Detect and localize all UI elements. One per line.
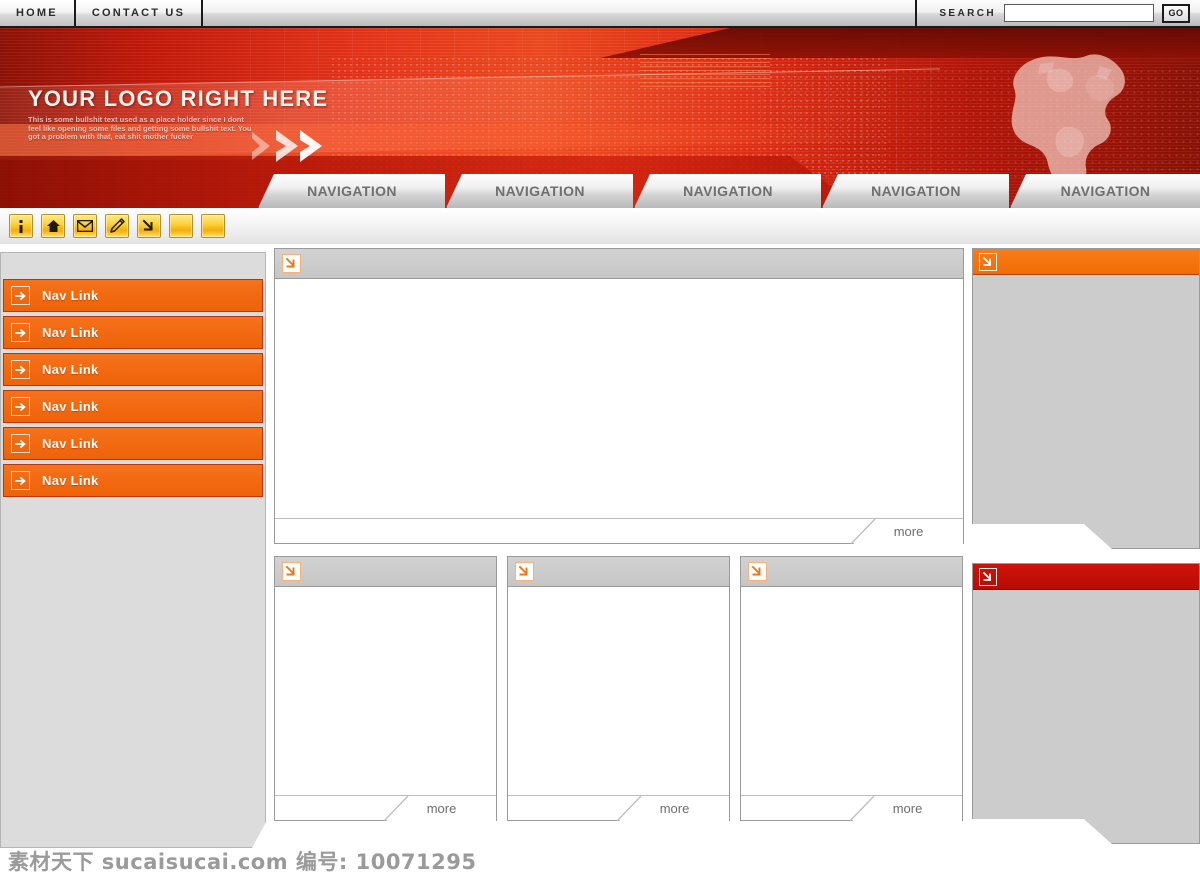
arrow-right-icon xyxy=(11,360,30,379)
sidebar-item-label: Nav Link xyxy=(42,473,99,488)
nav-tab-3[interactable]: NAVIGATION xyxy=(634,174,821,208)
info-icon[interactable] xyxy=(9,214,33,238)
sidebar-item-label: Nav Link xyxy=(42,362,99,377)
arrow-down-right-icon xyxy=(979,567,997,586)
feature-more-row: more xyxy=(275,518,963,544)
arrow-right-icon xyxy=(11,323,30,342)
feature-more-button[interactable]: more xyxy=(853,519,963,544)
top-bar: HOME CONTACT US SEARCH GO xyxy=(0,0,1200,28)
sidebar-item-3[interactable]: Nav Link xyxy=(3,353,263,386)
arrow-down-right-icon[interactable] xyxy=(137,214,161,238)
top-menu-item-home[interactable]: HOME xyxy=(0,0,76,26)
arrow-down-right-icon xyxy=(979,252,997,271)
nav-tab-4[interactable]: NAVIGATION xyxy=(822,174,1009,208)
right-sidebar xyxy=(972,248,1200,844)
column-2-more-button[interactable]: more xyxy=(619,796,729,821)
column-panel-3-body xyxy=(741,587,962,795)
column-panel-2-body xyxy=(508,587,729,795)
column-panel-1: more xyxy=(274,556,497,821)
column-panel-1-header xyxy=(275,557,496,587)
column-panel-3: more xyxy=(740,556,963,821)
arrow-right-icon xyxy=(11,471,30,490)
arrow-right-icon xyxy=(11,397,30,416)
right-panel-orange-header xyxy=(973,249,1199,275)
top-menu-item-contact-us[interactable]: CONTACT US xyxy=(75,0,204,26)
column-3-more-button[interactable]: more xyxy=(852,796,962,821)
double-chevron-icon xyxy=(252,130,322,162)
right-panel-red xyxy=(972,563,1200,844)
nav-tab-2[interactable]: NAVIGATION xyxy=(446,174,633,208)
home-icon[interactable] xyxy=(41,214,65,238)
blank-icon-1[interactable] xyxy=(169,214,193,238)
column-panel-2-header xyxy=(508,557,729,587)
right-panel-orange-body xyxy=(973,275,1199,548)
main-content: more more more more xyxy=(274,248,964,821)
column-panel-1-body xyxy=(275,587,496,795)
column-2-more-row: more xyxy=(508,795,729,821)
left-sidebar: Nav Link Nav Link Nav Link Nav Link Nav … xyxy=(0,252,266,848)
top-bar-spacer xyxy=(203,0,918,26)
arrow-right-icon xyxy=(11,286,30,305)
column-panel-2: more xyxy=(507,556,730,821)
column-1-more-row: more xyxy=(275,795,496,821)
sidebar-item-5[interactable]: Nav Link xyxy=(3,427,263,460)
nav-tab-1[interactable]: NAVIGATION xyxy=(258,174,445,208)
three-column-row: more more more xyxy=(274,556,964,821)
arrow-down-right-icon xyxy=(748,562,767,581)
column-panel-3-header xyxy=(741,557,962,587)
edit-pencil-icon[interactable] xyxy=(105,214,129,238)
mail-icon[interactable] xyxy=(73,214,97,238)
top-menu: HOME CONTACT US xyxy=(0,0,204,26)
feature-panel-header xyxy=(275,249,963,279)
hero-banner: YOUR LOGO RIGHT HERE This is some bullsh… xyxy=(0,28,1200,208)
icon-toolbar xyxy=(0,208,1200,244)
feature-panel-body xyxy=(275,279,963,518)
sidebar-item-label: Nav Link xyxy=(42,288,99,303)
sidebar-item-label: Nav Link xyxy=(42,436,99,451)
arrow-down-right-icon xyxy=(282,562,301,581)
right-panel-red-body xyxy=(973,590,1199,843)
watermark: 素材天下 sucaisucai.com 编号: 10071295 xyxy=(8,850,477,874)
sidebar-item-6[interactable]: Nav Link xyxy=(3,464,263,497)
right-panel-red-header xyxy=(973,564,1199,590)
page-body: Nav Link Nav Link Nav Link Nav Link Nav … xyxy=(0,248,1200,848)
feature-panel: more xyxy=(274,248,964,544)
nav-tab-5[interactable]: NAVIGATION xyxy=(1010,174,1200,208)
sidebar-top-spacer xyxy=(1,253,265,279)
column-1-more-button[interactable]: more xyxy=(386,796,496,821)
sidebar-item-label: Nav Link xyxy=(42,325,99,340)
logo-subtext: This is some bullshit text used as a pla… xyxy=(28,115,252,142)
search-go-button[interactable]: GO xyxy=(1162,3,1190,23)
sidebar-item-2[interactable]: Nav Link xyxy=(3,316,263,349)
arrow-down-right-icon xyxy=(282,254,301,273)
blank-icon-2[interactable] xyxy=(201,214,225,238)
sidebar-item-4[interactable]: Nav Link xyxy=(3,390,263,423)
column-3-more-row: more xyxy=(741,795,962,821)
search-input[interactable] xyxy=(1004,4,1154,22)
sidebar-nav-list: Nav Link Nav Link Nav Link Nav Link Nav … xyxy=(1,279,265,497)
search-area: SEARCH GO xyxy=(917,0,1200,26)
sidebar-item-1[interactable]: Nav Link xyxy=(3,279,263,312)
sidebar-item-label: Nav Link xyxy=(42,399,99,414)
main-navigation: NAVIGATION NAVIGATION NAVIGATION NAVIGAT… xyxy=(0,174,1200,208)
logo-title: YOUR LOGO RIGHT HERE xyxy=(28,86,329,111)
arrow-right-icon xyxy=(11,434,30,453)
right-panel-orange xyxy=(972,248,1200,549)
search-label: SEARCH xyxy=(939,7,996,19)
arrow-down-right-icon xyxy=(515,562,534,581)
